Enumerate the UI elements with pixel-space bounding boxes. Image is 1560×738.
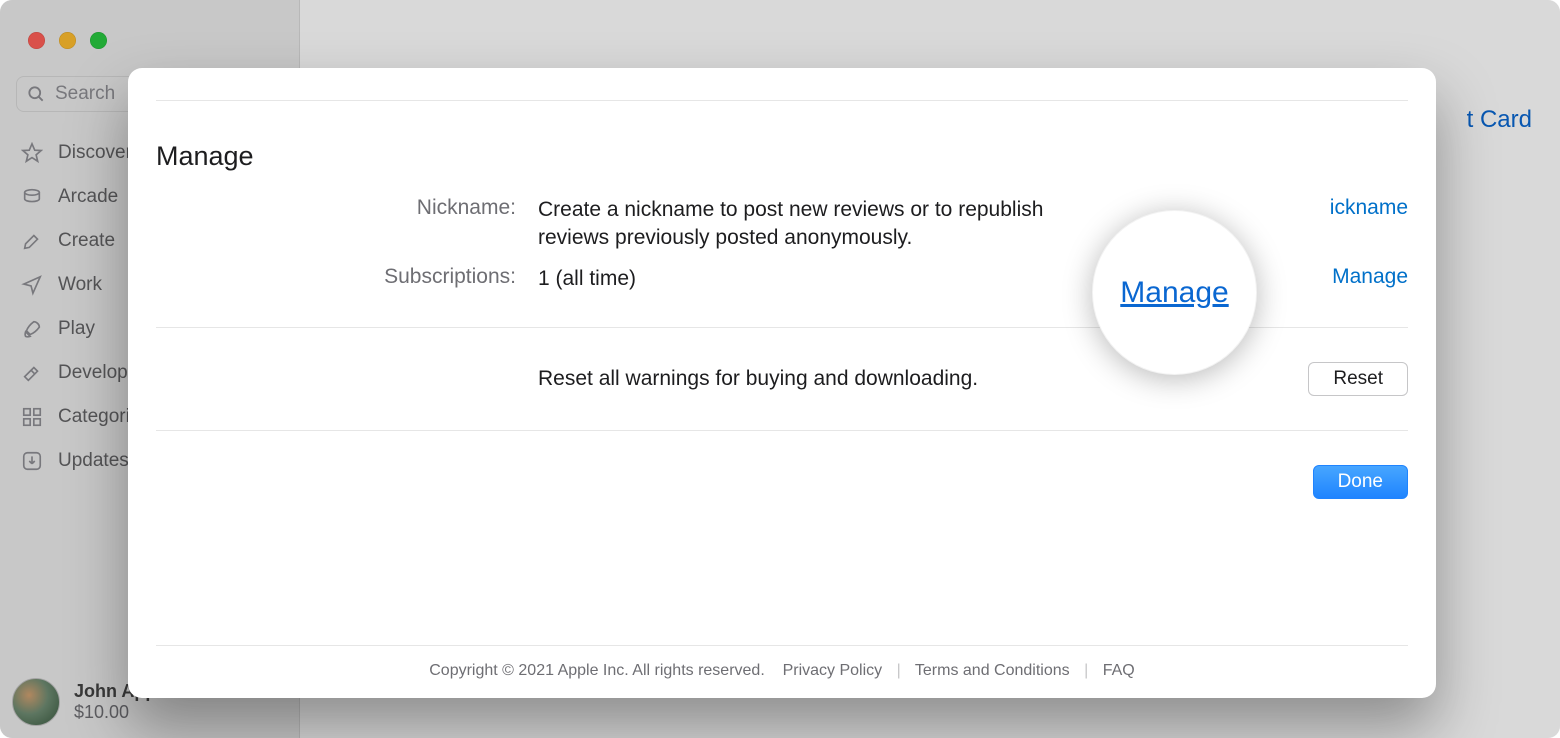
section-title-manage: Manage <box>156 141 1408 172</box>
app-window: Discover Arcade Create Work Play Develop <box>0 0 1560 738</box>
copyright-text: Copyright © 2021 Apple Inc. All rights r… <box>429 662 765 679</box>
subscriptions-label: Subscriptions: <box>156 265 538 289</box>
reset-button[interactable]: Reset <box>1308 362 1408 396</box>
terms-link[interactable]: Terms and Conditions <box>915 662 1070 679</box>
manage-subscriptions-link[interactable]: Manage <box>1332 265 1408 288</box>
sheet-footer: Copyright © 2021 Apple Inc. All rights r… <box>156 645 1408 680</box>
faq-link[interactable]: FAQ <box>1103 662 1135 679</box>
nickname-label: Nickname: <box>156 196 538 220</box>
reset-warnings-row: Reset all warnings for buying and downlo… <box>156 362 1408 396</box>
privacy-policy-link[interactable]: Privacy Policy <box>783 662 883 679</box>
highlight-magnifier: Manage <box>1092 210 1257 375</box>
reset-warnings-text: Reset all warnings for buying and downlo… <box>538 367 1238 391</box>
edit-nickname-link[interactable]: ickname <box>1330 196 1408 219</box>
done-button[interactable]: Done <box>1313 465 1408 499</box>
account-settings-sheet: Manage Nickname: Create a nickname to po… <box>128 68 1436 698</box>
manage-link-magnified[interactable]: Manage <box>1120 276 1228 310</box>
